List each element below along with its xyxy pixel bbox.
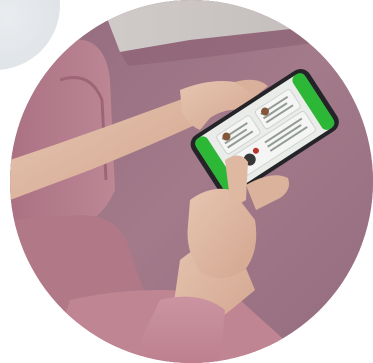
corner-decorative-circle: [0, 0, 60, 70]
circular-photo: [10, 0, 373, 363]
photo-illustration: [10, 0, 373, 363]
shade-overlay: [10, 0, 373, 363]
page: [0, 0, 373, 363]
